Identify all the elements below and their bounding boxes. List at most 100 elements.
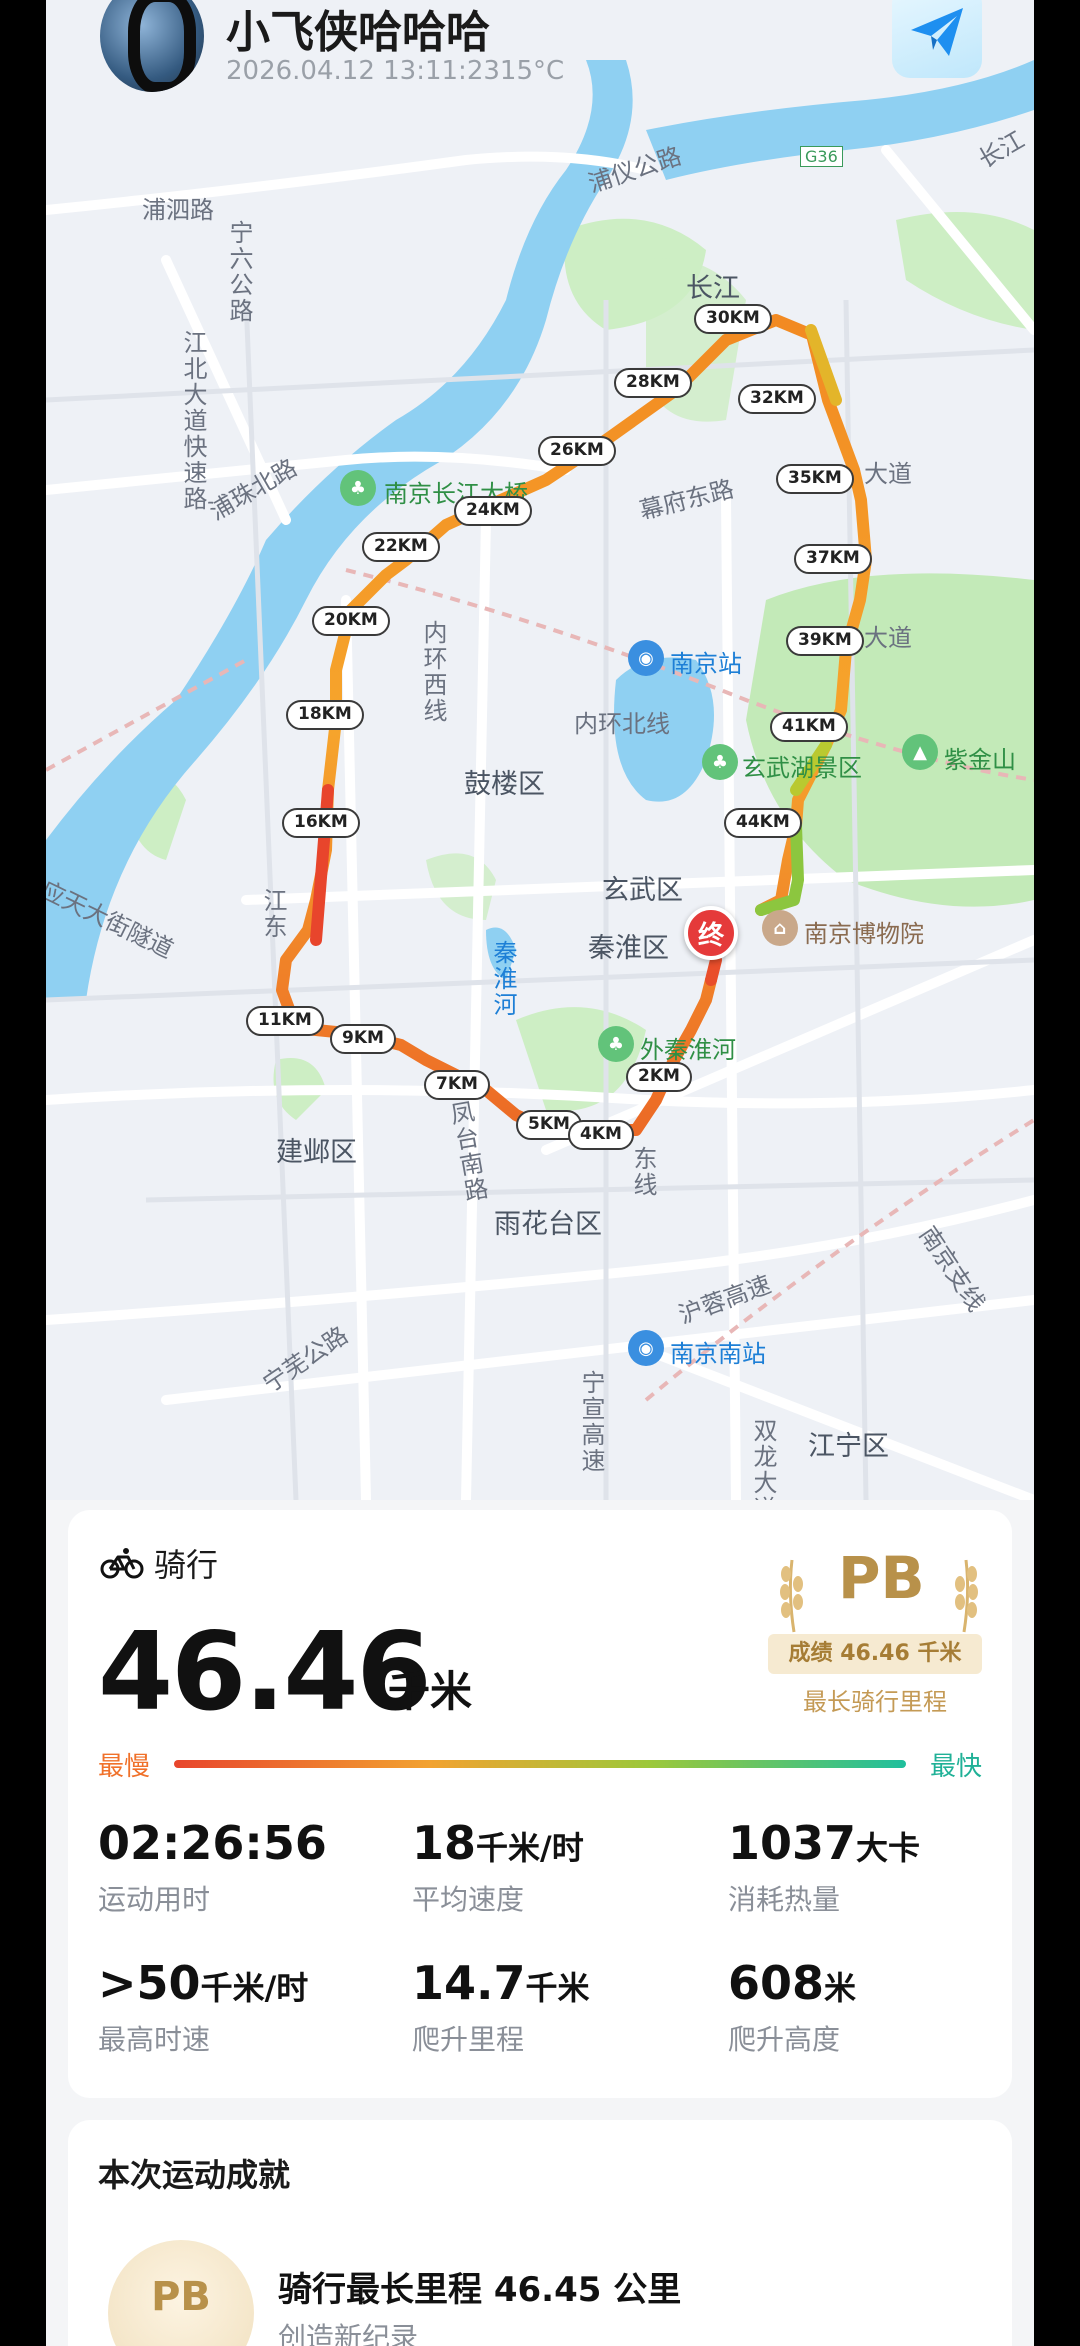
speed-fast-label: 最快	[929, 1752, 982, 1782]
mountain-poi-icon: ▲	[902, 734, 938, 770]
route-end-marker[interactable]: 终	[684, 906, 738, 960]
map-canvas	[46, 60, 1034, 1500]
map-label-museum[interactable]: 南京博物院	[804, 914, 924, 949]
achievement-name[interactable]: 骑行最长里程 46.45 公里	[278, 2262, 681, 2311]
map-label-shuanglong: 双龙大道	[749, 1418, 777, 1500]
scenic-poi-icon: ♣	[702, 744, 738, 780]
stat-climb-distance: 14.7千米 爬升里程	[412, 1956, 712, 2058]
km-marker[interactable]: 35KM	[776, 464, 854, 494]
stat-label: 爬升高度	[728, 2023, 841, 2056]
map-label-xuanwu-lake[interactable]: 玄武湖景区	[742, 748, 862, 783]
map-label-qinhuai-river: 秦淮河	[489, 940, 517, 1018]
km-marker[interactable]: 37KM	[794, 544, 872, 574]
stat-value: 608	[728, 1956, 825, 2010]
km-marker[interactable]: 22KM	[362, 532, 440, 562]
km-marker[interactable]: 16KM	[282, 808, 360, 838]
stat-value: 18	[412, 1816, 477, 1870]
app-screen: 浦仪公路 浦泗路 宁六公路 江北大道快速路 浦珠北路 ♣ 南京长江大桥 长江 长…	[46, 0, 1034, 2346]
stat-label: 消耗热量	[728, 1883, 841, 1916]
activity-type-label: 骑行	[154, 1546, 219, 1584]
km-marker[interactable]: 11KM	[246, 1006, 324, 1036]
train-station-icon: ◉	[628, 640, 664, 676]
map-label-inner-ring-north: 内环北线	[574, 710, 670, 738]
stat-max-speed: >50千米/时 最高时速	[98, 1956, 398, 2058]
stat-value: >50	[98, 1956, 201, 2010]
south-station-icon: ◉	[628, 1330, 664, 1366]
speed-slow-label: 最慢	[98, 1752, 151, 1782]
route-map[interactable]: 浦仪公路 浦泗路 宁六公路 江北大道快速路 浦珠北路 ♣ 南京长江大桥 长江 长…	[46, 0, 1034, 1500]
km-marker[interactable]: 30KM	[694, 304, 772, 334]
map-label-avenue-1: 大道	[864, 460, 912, 488]
map-label-qinhuai: 秦淮区	[588, 933, 669, 964]
stat-label: 最高时速	[98, 2023, 211, 2056]
map-label-avenue-2: 大道	[864, 624, 912, 652]
stat-unit: 千米/时	[476, 1829, 584, 1867]
laurel-right-icon	[955, 1559, 978, 1633]
pb-badge-block[interactable]: PB 成绩 46.46 千米 最长骑行里程	[768, 1540, 998, 1716]
speed-legend: 最慢 最快	[98, 1746, 982, 1786]
achievements-card: 本次运动成就 PB 骑行最长里程 46.45 公里 创造新纪录	[68, 2120, 1012, 2346]
river-park-poi-icon: ♣	[598, 1026, 634, 1062]
map-label-yuhuatai: 雨花台区	[494, 1209, 602, 1240]
park-poi-icon: ♣	[340, 470, 376, 506]
km-marker[interactable]: 2KM	[626, 1062, 692, 1092]
stat-label: 爬升里程	[412, 2023, 525, 2056]
share-button[interactable]	[892, 0, 982, 78]
stat-duration: 02:26:56 运动用时	[98, 1816, 398, 1918]
stat-elevation-gain: 608米 爬升高度	[728, 1956, 1028, 2058]
stat-unit: 米	[824, 1969, 857, 2007]
achievement-pb-icon: PB	[108, 2240, 254, 2346]
map-label-zijinshan[interactable]: 紫金山	[944, 740, 1016, 775]
distance-value: 46.46	[98, 1610, 432, 1735]
map-label-jiangdong: 江东	[259, 888, 287, 940]
header: 小飞侠哈哈哈 2026.04.12 13:11:2315°C	[46, 0, 1034, 100]
km-marker[interactable]: 41KM	[770, 712, 848, 742]
achievements-title: 本次运动成就	[98, 2156, 291, 2194]
stat-value: 14.7	[412, 1956, 526, 2010]
distance-unit: 千米	[388, 1667, 473, 1716]
km-marker[interactable]: 7KM	[424, 1070, 490, 1100]
map-label-gulou: 鼓楼区	[464, 769, 545, 800]
km-marker[interactable]: 26KM	[538, 436, 616, 466]
map-label-yangtze: 长江	[686, 273, 740, 304]
map-label-jiangning: 江宁区	[808, 1431, 889, 1462]
map-label-ningliu-road: 宁六公路	[225, 220, 253, 324]
stat-avg-speed: 18千米/时 平均速度	[412, 1816, 712, 1918]
stat-calories: 1037大卡 消耗热量	[728, 1816, 1028, 1918]
bicycle-icon	[100, 1548, 144, 1579]
avatar[interactable]	[100, 0, 204, 92]
pb-score-badge: 成绩 46.46 千米	[768, 1634, 982, 1674]
km-marker[interactable]: 9KM	[330, 1024, 396, 1054]
paper-plane-icon	[911, 8, 963, 56]
km-marker[interactable]: 28KM	[614, 368, 692, 398]
km-marker[interactable]: 32KM	[738, 384, 816, 414]
map-label-pusi-road: 浦泗路	[142, 196, 214, 224]
map-label-east-line: 东线	[629, 1146, 657, 1198]
user-name[interactable]: 小飞侠哈哈哈	[226, 0, 490, 60]
km-marker[interactable]: 18KM	[286, 700, 364, 730]
km-marker[interactable]: 24KM	[454, 496, 532, 526]
map-label-waiqinhuai[interactable]: 外秦淮河	[640, 1030, 736, 1065]
stat-value: 02:26:56	[98, 1816, 327, 1870]
activity-summary-card: 骑行 46.46 千米 PB 成绩 46.46 千米 最长骑行里程 最慢 最快 …	[68, 1510, 1012, 2098]
achievement-desc: 创造新纪录	[278, 2321, 419, 2346]
activity-datetime-weather: 2026.04.12 13:11:2315°C	[226, 56, 565, 86]
highway-shield-g36: G36	[800, 146, 843, 167]
stat-unit: 千米	[525, 1969, 590, 2007]
map-label-nanjing-station[interactable]: 南京站	[670, 644, 742, 679]
pb-subtitle: 最长骑行里程	[803, 1688, 947, 1716]
stat-unit: 千米/时	[200, 1969, 309, 2007]
map-label-inner-ring-west: 内环西线	[419, 620, 447, 724]
map-label-jiangbei-expressway: 江北大道快速路	[179, 330, 207, 512]
km-marker[interactable]: 44KM	[724, 808, 802, 838]
stat-label: 平均速度	[412, 1883, 525, 1916]
km-marker[interactable]: 4KM	[568, 1120, 634, 1150]
museum-icon: ⌂	[762, 910, 798, 946]
laurel-left-icon	[780, 1559, 803, 1633]
stat-unit: 大卡	[856, 1829, 921, 1867]
map-label-xuanwu: 玄武区	[602, 875, 683, 906]
km-marker[interactable]: 20KM	[312, 606, 390, 636]
km-marker[interactable]: 39KM	[786, 626, 864, 656]
map-label-ningxuan-expressway: 宁宣高速	[577, 1370, 605, 1474]
map-label-nanjing-south[interactable]: 南京南站	[670, 1334, 766, 1369]
